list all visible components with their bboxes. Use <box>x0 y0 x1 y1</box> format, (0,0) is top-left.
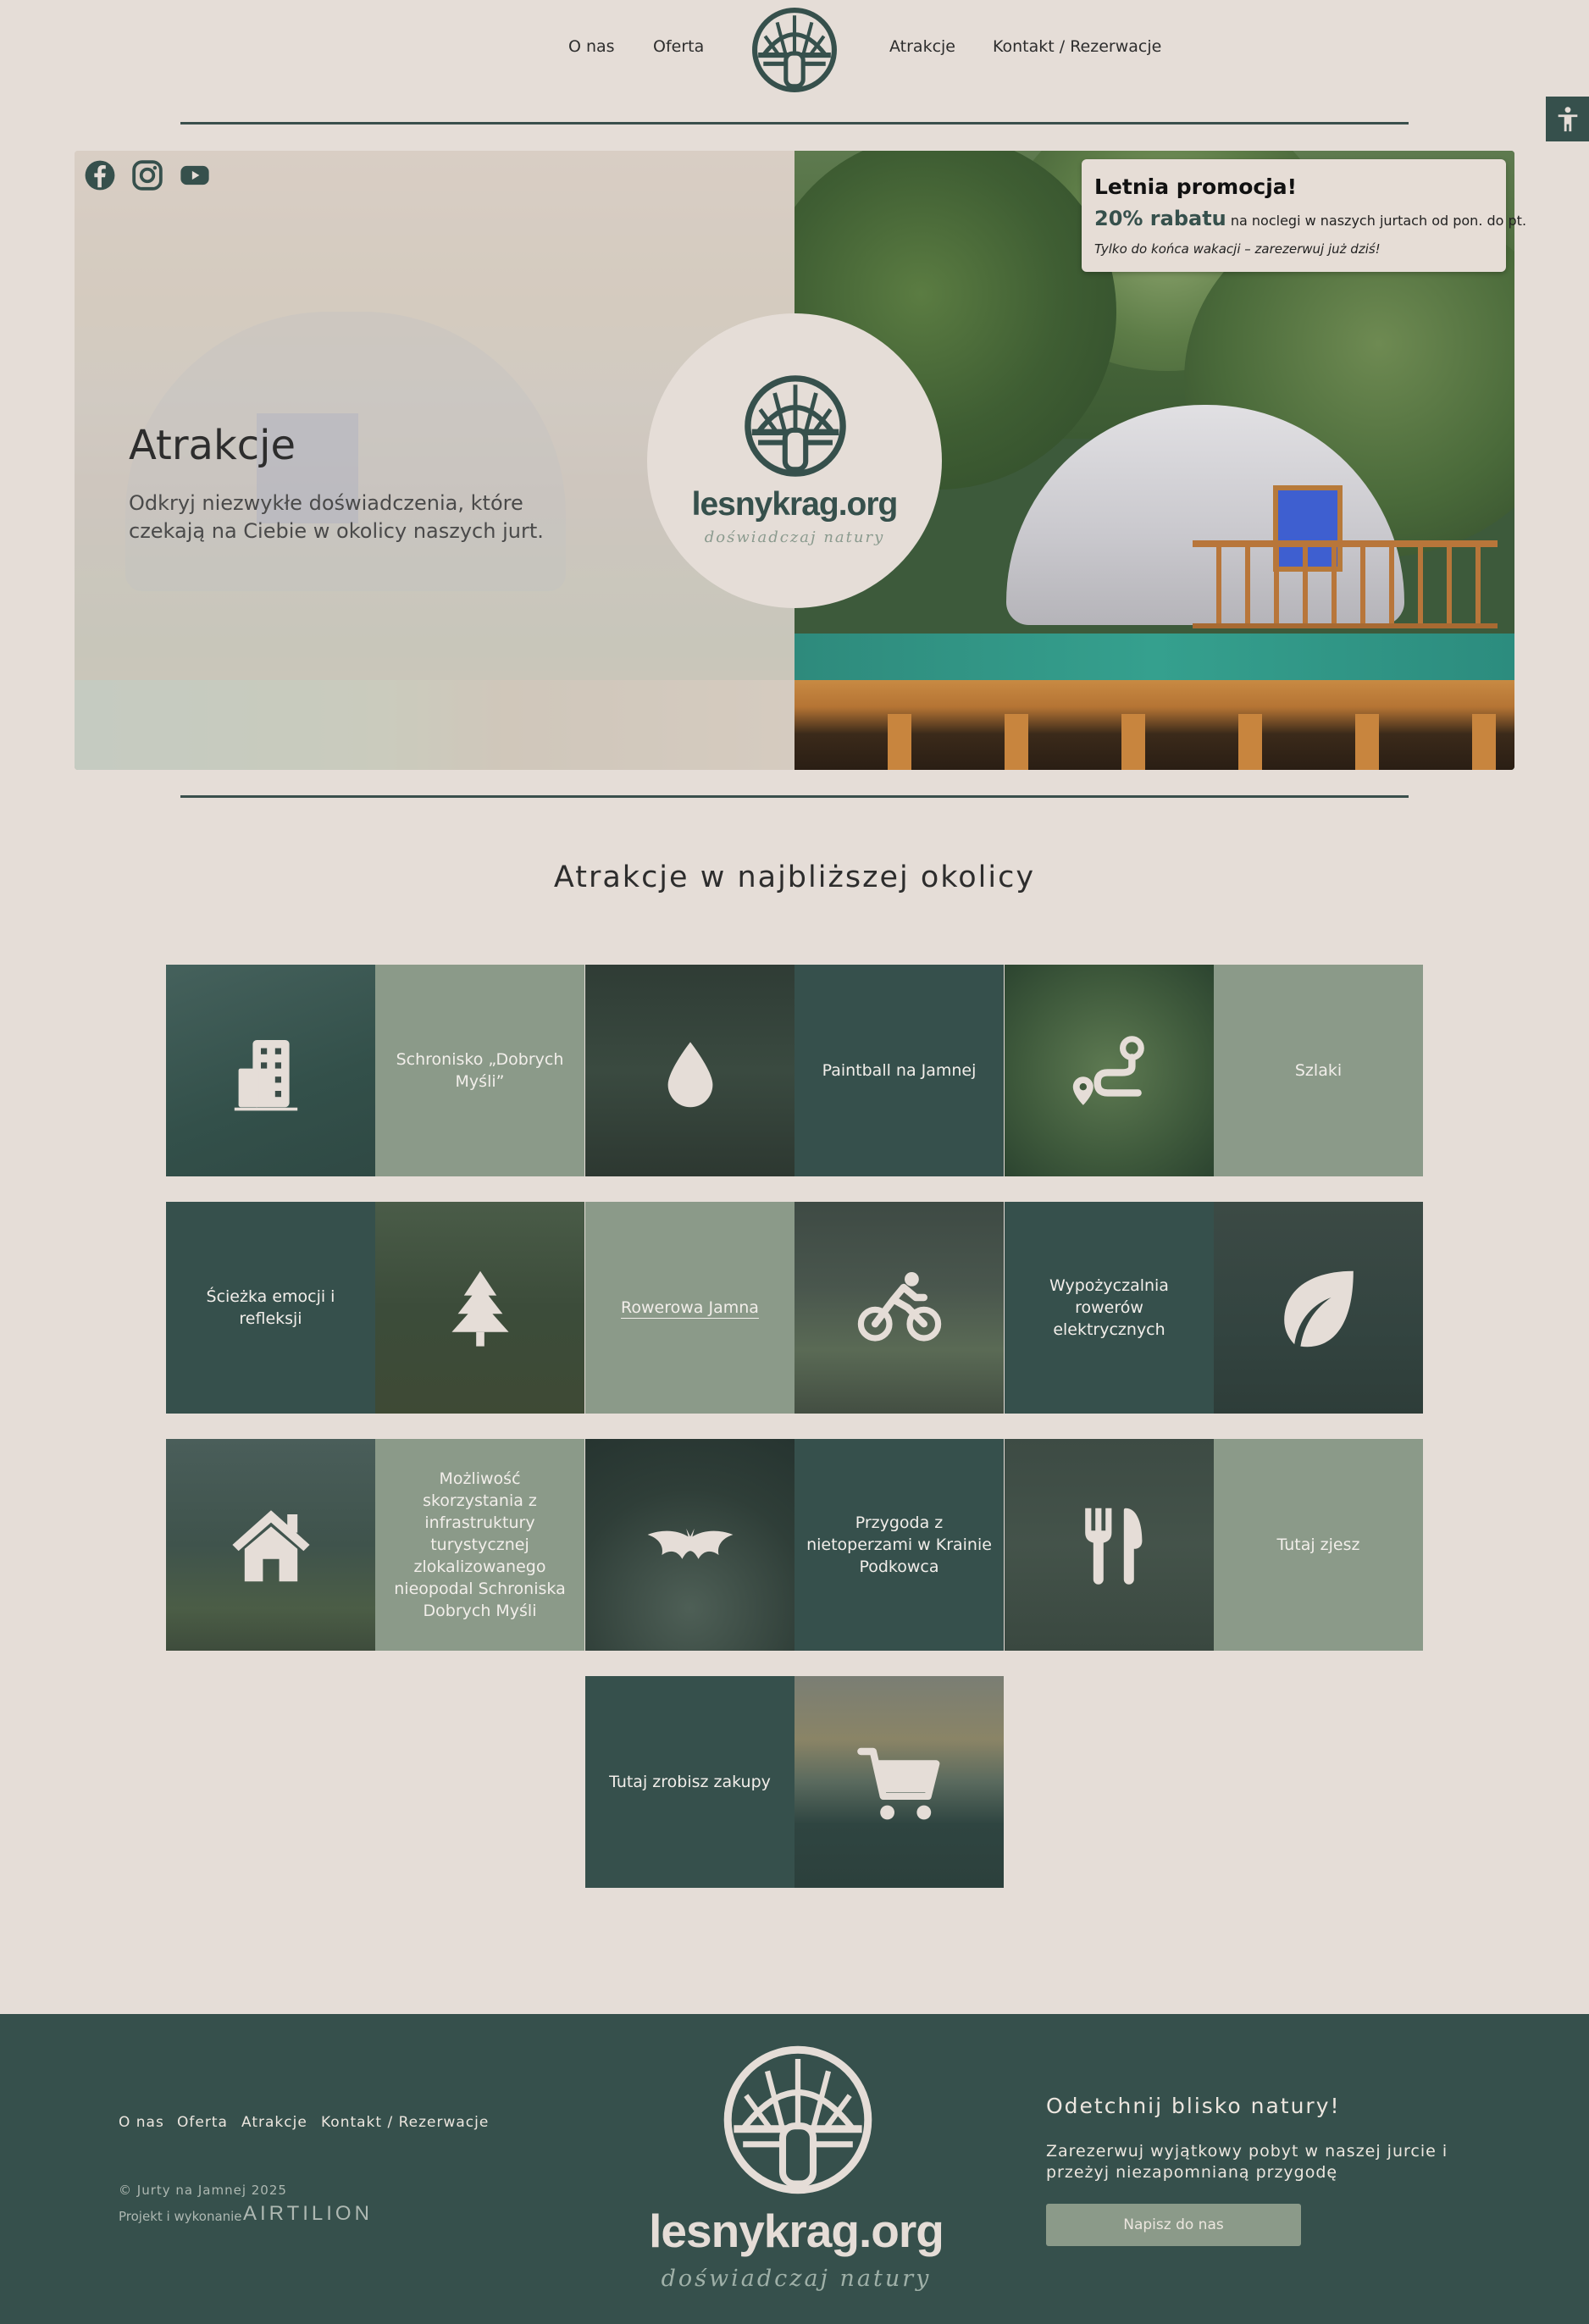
tile-sciezka[interactable]: Ścieżka emocji i refleksji <box>166 1202 375 1414</box>
accessibility-button[interactable] <box>1546 97 1589 141</box>
cart-icon <box>856 1747 939 1820</box>
building-icon <box>234 1040 297 1111</box>
footer-text: Zarezerwuj wyjątkowy pobyt w naszej jurc… <box>1046 2142 1448 2182</box>
tile-icon-drop[interactable] <box>585 965 794 1176</box>
promo-note: Tylko do końca wakacji – zarezerwuj już … <box>1094 241 1381 257</box>
cutlery-icon <box>1084 1508 1142 1585</box>
bat-icon <box>647 1528 733 1559</box>
yurt-logo-icon <box>723 2045 872 2194</box>
tile-icon-route[interactable] <box>1005 965 1214 1176</box>
divider <box>180 122 1409 125</box>
page-subtitle: Odkryj niezwykłe doświadczenia, które cz… <box>129 491 544 543</box>
drop-icon <box>667 1042 712 1108</box>
footer-tagline: doświadczaj natury <box>661 2266 932 2292</box>
divider <box>180 795 1409 798</box>
agency-logo[interactable]: AIRTILION <box>243 2202 373 2226</box>
youtube-icon[interactable] <box>179 159 211 191</box>
footer-link-o-nas[interactable]: O nas <box>119 2114 164 2131</box>
route-icon <box>1072 1036 1144 1105</box>
nav-kontakt[interactable]: Kontakt / Rezerwacje <box>993 37 1161 56</box>
promo-box: Letnia promocja! 20% rabatu na noclegi w… <box>1082 159 1526 272</box>
tile-icon-building[interactable] <box>166 965 375 1176</box>
tile-icon-bicycle[interactable] <box>794 1202 1004 1414</box>
facebook-icon[interactable] <box>84 159 116 191</box>
nav-o-nas[interactable]: O nas <box>568 37 615 56</box>
tile-nietoperze[interactable]: Przygoda z nietoperzami w Krainie Podkow… <box>794 1439 1004 1651</box>
footer-brand: lesnykrag.org <box>649 2205 944 2257</box>
tile-schronisko[interactable]: Schronisko „Dobrych Myśli” <box>375 965 584 1176</box>
tile-icon-cutlery[interactable] <box>1005 1439 1214 1651</box>
tile-paintball[interactable]: Paintball na Jamnej <box>794 965 1004 1176</box>
page-title: Atrakcje <box>129 422 296 469</box>
tile-icon-bat[interactable] <box>585 1439 794 1651</box>
tile-icon-leaf[interactable] <box>1214 1202 1423 1414</box>
tile-icon-cart[interactable] <box>794 1676 1004 1888</box>
nav-oferta[interactable]: Oferta <box>653 37 704 56</box>
footer-link-kontakt[interactable]: Kontakt / Rezerwacje <box>321 2114 489 2131</box>
footer-heading: Odetchnij blisko natury! <box>1046 2094 1341 2118</box>
instagram-icon[interactable] <box>131 159 163 191</box>
contact-button[interactable]: Napisz do nas <box>1046 2204 1301 2246</box>
hero-tagline: doświadczaj natury <box>704 528 885 546</box>
promo-title: Letnia promocja! <box>1094 174 1298 199</box>
yurt-logo-icon <box>745 375 846 477</box>
tile-wypozyczalnia[interactable]: Wypożyczalnia rowerów elektrycznych <box>1005 1202 1214 1414</box>
section-title: Atrakcje w najbliższej okolicy <box>553 860 1036 894</box>
credit-text: Projekt i wykonanie <box>119 2209 242 2224</box>
tile-szlaki[interactable]: Szlaki <box>1214 965 1423 1176</box>
hero-logo-badge: lesnykrag.org doświadczaj natury <box>647 313 942 608</box>
tile-rowerowa-jamna[interactable]: Rowerowa Jamna <box>585 1202 794 1414</box>
leaf-icon <box>1283 1270 1354 1347</box>
house-icon <box>231 1510 310 1582</box>
yurt-logo-icon[interactable] <box>751 7 838 93</box>
footer-link-oferta[interactable]: Oferta <box>177 2114 228 2131</box>
accessibility-icon <box>1558 106 1577 131</box>
promo-discount: 20% rabatu <box>1094 207 1226 230</box>
tile-icon-house[interactable] <box>166 1439 375 1651</box>
hero-brand: lesnykrag.org <box>691 486 899 523</box>
bicycle-icon <box>857 1272 941 1342</box>
tree-icon <box>451 1270 509 1347</box>
tile-infrastruktura[interactable]: Możliwość skorzystania z infrastruktury … <box>375 1439 584 1651</box>
tile-tutaj-zjesz[interactable]: Tutaj zjesz <box>1214 1439 1423 1651</box>
copyright: © Jurty na Jamnej 2025 <box>119 2183 287 2198</box>
nav-atrakcje[interactable]: Atrakcje <box>889 37 955 56</box>
tile-zakupy[interactable]: Tutaj zrobisz zakupy <box>585 1676 794 1888</box>
promo-text: na noclegi w naszych jurtach od pon. do … <box>1230 213 1527 229</box>
footer-link-atrakcje[interactable]: Atrakcje <box>241 2114 307 2131</box>
tile-icon-tree[interactable] <box>375 1202 584 1414</box>
